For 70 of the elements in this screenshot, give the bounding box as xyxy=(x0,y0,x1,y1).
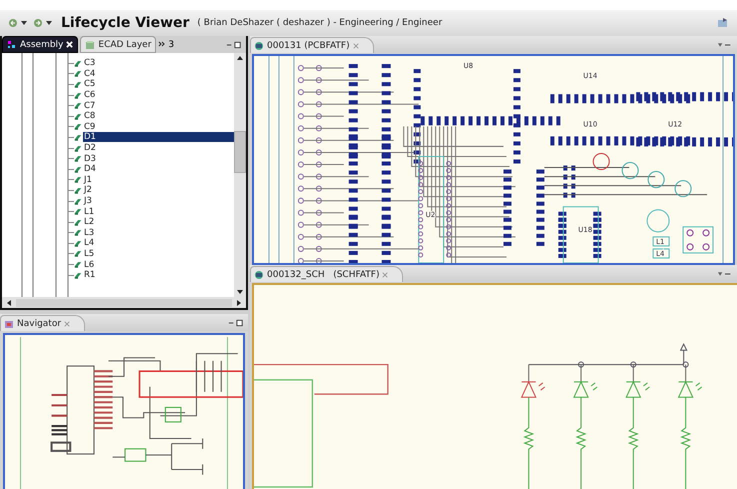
tree-item[interactable]: C6 xyxy=(83,90,234,100)
tree-item[interactable]: D2 xyxy=(83,143,234,154)
component-icon xyxy=(74,166,82,173)
more-tabs-count[interactable]: 3 xyxy=(168,40,174,53)
component-icon xyxy=(74,123,82,130)
tree-item[interactable]: C9 xyxy=(83,122,234,132)
navigator-icon xyxy=(4,318,14,328)
component-icon xyxy=(74,198,82,205)
component-icon xyxy=(74,272,82,279)
caret-icon[interactable] xyxy=(21,21,27,25)
component-icon xyxy=(74,240,82,247)
horizontal-scrollbar[interactable] xyxy=(2,297,246,308)
component-icon xyxy=(74,208,82,216)
component-icon xyxy=(74,112,82,120)
navigator-tab[interactable]: Navigator xyxy=(0,315,86,331)
document-icon xyxy=(254,40,264,50)
component-icon xyxy=(74,134,82,141)
component-icon xyxy=(74,250,82,258)
scroll-down-icon[interactable] xyxy=(237,290,243,294)
component-icon xyxy=(74,60,82,67)
tree-item[interactable]: J3 xyxy=(83,196,234,206)
panel-tab[interactable]: Assembly xyxy=(2,36,78,53)
tree-item[interactable]: J2 xyxy=(83,185,234,196)
component-icon xyxy=(74,80,82,88)
scroll-right-icon[interactable] xyxy=(237,300,241,306)
tree-item[interactable]: D3 xyxy=(83,154,234,164)
editor-tab[interactable]: 000132_SCH (SCHFATF) xyxy=(250,266,404,282)
component-icon xyxy=(74,186,82,194)
panel-tab[interactable]: ECAD Layer xyxy=(80,36,156,53)
component-icon xyxy=(74,229,82,236)
vertical-scrollbar[interactable] xyxy=(234,53,246,297)
user-info: ( Brian DeShazer ( deshazer ) - Engineering / Engineer xyxy=(197,18,442,28)
tree-item[interactable]: D1 xyxy=(83,132,234,142)
minimize-maximize-icon[interactable] xyxy=(228,319,244,327)
editor-tab[interactable]: 000131 (PCBFATF) xyxy=(250,37,374,53)
tree-item[interactable]: L2 xyxy=(83,217,234,228)
view-menu-icon[interactable] xyxy=(717,41,733,49)
tree-item[interactable]: C7 xyxy=(83,100,234,111)
component-icon xyxy=(74,70,82,78)
tree-item[interactable]: C5 xyxy=(83,79,234,90)
tree-item[interactable]: L3 xyxy=(83,228,234,238)
chevron-icon[interactable] xyxy=(158,41,166,47)
tree-item[interactable]: L6 xyxy=(83,260,234,270)
tree-item[interactable]: C8 xyxy=(83,111,234,122)
scrollbar-thumb[interactable] xyxy=(234,131,246,173)
view-menu-icon[interactable] xyxy=(717,270,733,278)
window-title: Lifecycle Viewer xyxy=(61,15,190,31)
caret-icon[interactable] xyxy=(46,21,52,25)
tree-item[interactable]: R1 xyxy=(83,270,234,280)
tree-item[interactable]: L5 xyxy=(83,248,234,259)
component-icon xyxy=(74,261,82,268)
sync-icon[interactable] xyxy=(717,17,729,29)
minimize-maximize-icon[interactable] xyxy=(226,41,242,49)
tree-item[interactable]: J1 xyxy=(83,174,234,185)
component-icon xyxy=(74,102,82,110)
tree-item[interactable]: C3 xyxy=(83,58,234,68)
scroll-up-icon[interactable] xyxy=(237,56,243,60)
component-icon xyxy=(74,176,82,184)
component-icon xyxy=(74,155,82,162)
component-icon xyxy=(74,144,82,152)
scroll-left-icon[interactable] xyxy=(7,300,11,306)
component-icon xyxy=(74,218,82,226)
layers-icon xyxy=(85,40,96,50)
tree-item[interactable]: L1 xyxy=(83,206,234,217)
tree-icon xyxy=(7,40,17,50)
document-icon xyxy=(254,270,264,280)
tree-item[interactable]: L4 xyxy=(83,238,234,248)
tree-item[interactable]: C4 xyxy=(83,68,234,79)
tree-item[interactable]: D4 xyxy=(83,164,234,174)
component-icon xyxy=(74,92,82,99)
